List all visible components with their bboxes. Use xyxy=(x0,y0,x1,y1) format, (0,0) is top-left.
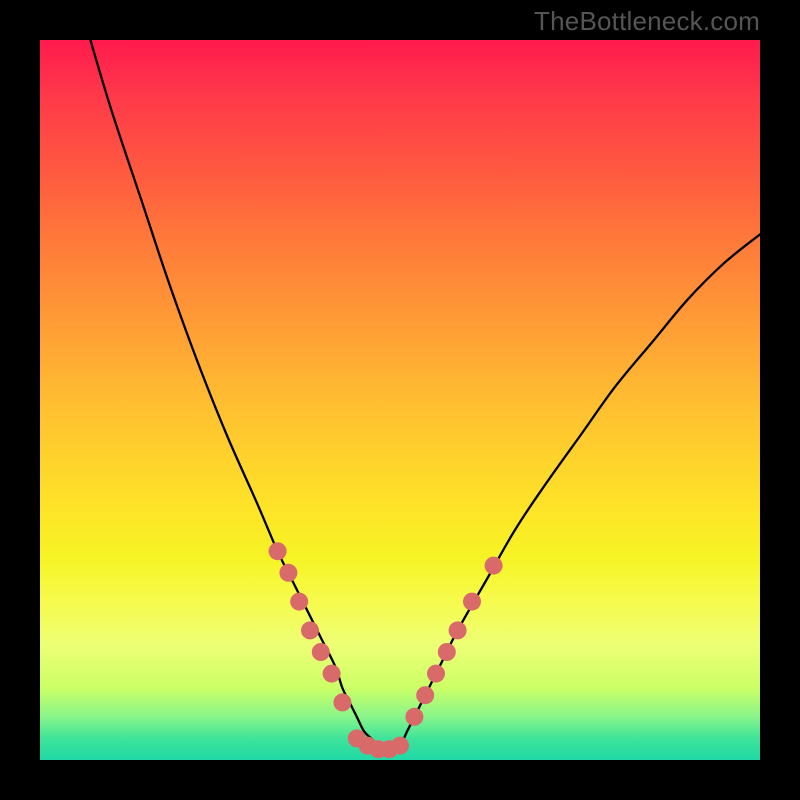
chart-container: TheBottleneck.com xyxy=(0,0,800,800)
watermark-text: TheBottleneck.com xyxy=(534,6,760,37)
left-cluster-4 xyxy=(301,621,319,639)
plot-area xyxy=(40,40,760,760)
bottleneck-curve xyxy=(90,40,760,750)
left-cluster-7 xyxy=(333,693,351,711)
right-outlier xyxy=(485,557,503,575)
valley-5 xyxy=(391,737,409,755)
left-cluster-6 xyxy=(323,665,341,683)
right-cluster-5 xyxy=(449,621,467,639)
right-cluster-1 xyxy=(405,708,423,726)
left-cluster-5 xyxy=(312,643,330,661)
right-cluster-6 xyxy=(463,593,481,611)
right-cluster-4 xyxy=(438,643,456,661)
left-cluster-3 xyxy=(290,593,308,611)
left-cluster-1 xyxy=(269,542,287,560)
right-cluster-3 xyxy=(427,665,445,683)
right-cluster-2 xyxy=(416,686,434,704)
plot-svg xyxy=(40,40,760,760)
data-points-group xyxy=(269,542,503,758)
left-cluster-2 xyxy=(279,564,297,582)
